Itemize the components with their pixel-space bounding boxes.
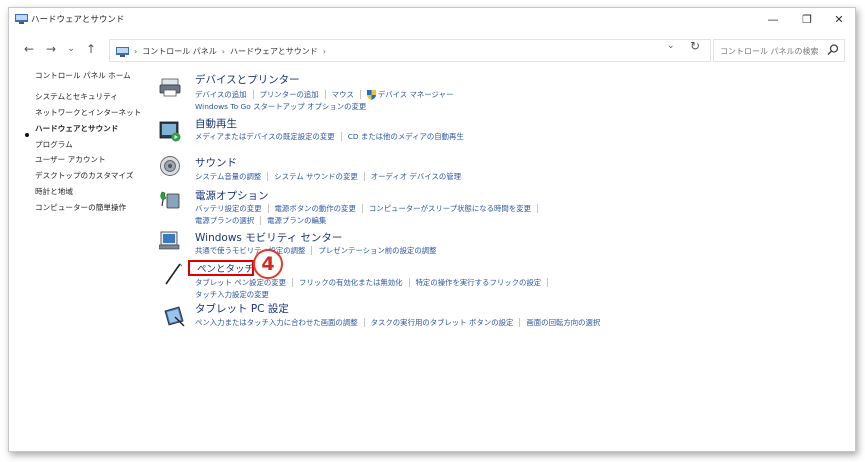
link-tablet-buttons[interactable]: タスクの実行用のタブレット ボタンの設定 (371, 317, 514, 328)
close-button[interactable]: ✕ (827, 12, 851, 28)
category-title-tablet-pc[interactable]: タブレット PC 設定 (195, 301, 289, 316)
links-row: システム音量の調整 システム サウンドの変更 オーディオ デバイスの管理 (195, 171, 461, 182)
category-title-power-options[interactable]: 電源オプション (195, 188, 269, 203)
address-bar[interactable]: › コントロール パネル › ハードウェアとサウンド › (109, 39, 711, 62)
link-volume[interactable]: システム音量の調整 (195, 171, 261, 182)
links-row: メディアまたはデバイスの既定設定の変更 CD または他のメディアの自動再生 (195, 131, 464, 142)
maximize-button[interactable]: ❐ (795, 12, 819, 28)
link-battery-settings[interactable]: バッテリ設定の変更 (195, 203, 262, 214)
link-power-plan-select[interactable]: 電源プランの選択 (195, 215, 254, 226)
category-title-mobility-center[interactable]: Windows モビリティ センター (195, 230, 342, 245)
minimize-button[interactable]: — (761, 12, 785, 28)
control-panel-icon (15, 14, 28, 24)
pen-icon (165, 263, 183, 285)
category-title-sound[interactable]: サウンド (195, 155, 237, 170)
sidebar-item-user-accounts[interactable]: ユーザー アカウント (35, 154, 106, 165)
address-dropdown-button[interactable]: ⌄ (667, 41, 675, 51)
link-power-plan-edit[interactable]: 電源プランの編集 (267, 215, 326, 226)
active-bullet-icon (25, 133, 29, 137)
breadcrumb-control-panel[interactable]: コントロール パネル (142, 46, 217, 57)
link-tablet-pen-settings[interactable]: タブレット ペン設定の変更 (195, 277, 286, 288)
sidebar-item-home[interactable]: コントロール パネル ホーム (35, 70, 131, 81)
link-touch-input-settings[interactable]: タッチ入力設定の変更 (195, 289, 269, 300)
sidebar-item-clock-region[interactable]: 時計と地域 (35, 186, 73, 197)
link-flicks-settings[interactable]: 特定の操作を実行するフリックの設定 (416, 277, 542, 288)
link-screen-calibration[interactable]: ペン入力またはタッチ入力に合わせた画面の調整 (195, 317, 358, 328)
link-system-sounds[interactable]: システム サウンドの変更 (274, 171, 357, 182)
chevron-right-icon: › (322, 47, 326, 56)
title-bar: ハードウェアとサウンド — ❐ ✕ (9, 8, 855, 32)
chevron-right-icon: › (134, 47, 138, 56)
tablet-pc-icon (164, 306, 185, 327)
back-button[interactable]: ← (21, 42, 37, 56)
breadcrumb-hardware-sound[interactable]: ハードウェアとサウンド (230, 46, 318, 57)
search-placeholder: コントロール パネルの検索 (720, 47, 819, 56)
shield-icon (366, 89, 376, 100)
control-panel-window: ハードウェアとサウンド — ❐ ✕ ← → ⌄ ↑ › コントロール パネル ›… (8, 7, 856, 452)
category-title-autoplay[interactable]: 自動再生 (195, 116, 237, 131)
link-audio-devices[interactable]: オーディオ デバイスの管理 (371, 171, 461, 182)
window-title: ハードウェアとサウンド (31, 15, 125, 25)
sidebar-item-programs[interactable]: プログラム (35, 139, 73, 150)
link-mobility-settings[interactable]: 共通で使うモビリティ設定の調整 (195, 245, 305, 256)
sidebar-item-system-security[interactable]: システムとセキュリティ (35, 91, 118, 102)
mobility-center-icon (159, 231, 180, 250)
link-flicks-toggle[interactable]: フリックの有効化または無効化 (299, 277, 402, 288)
links-row: ペン入力またはタッチ入力に合わせた画面の調整 タスクの実行用のタブレット ボタン… (195, 317, 600, 328)
highlight-box (188, 260, 254, 276)
links-row: 電源プランの選択 電源プランの編集 (195, 215, 326, 226)
breadcrumb: › コントロール パネル › ハードウェアとサウンド › (116, 46, 326, 57)
search-icon[interactable] (826, 43, 840, 57)
printer-icon (159, 78, 181, 97)
control-panel-icon (116, 46, 129, 57)
link-media-default[interactable]: メディアまたはデバイスの既定設定の変更 (195, 131, 335, 142)
links-row: タッチ入力設定の変更 (195, 289, 269, 300)
links-row: デバイスの追加 プリンターの追加 マウス デバイス マネージャー (195, 89, 453, 100)
link-windows-to-go[interactable]: Windows To Go スタートアップ オプションの変更 (195, 101, 366, 112)
link-add-printer[interactable]: プリンターの追加 (260, 89, 319, 100)
link-device-manager[interactable]: デバイス マネージャー (378, 89, 454, 100)
step-number-badge: 4 (253, 249, 283, 279)
links-row: Windows To Go スタートアップ オプションの変更 (195, 101, 366, 112)
links-row: 共通で使うモビリティ設定の調整 プレゼンテーション前の設定の調整 (195, 245, 437, 256)
link-mouse[interactable]: マウス (332, 89, 354, 100)
link-power-button[interactable]: 電源ボタンの動作の変更 (275, 203, 356, 214)
sidebar-item-personalization[interactable]: デスクトップのカスタマイズ (35, 170, 134, 181)
link-screen-rotation[interactable]: 画面の回転方向の選択 (526, 317, 600, 328)
links-row: バッテリ設定の変更 電源ボタンの動作の変更 コンピューターがスリープ状態になる時… (195, 203, 544, 214)
link-sleep-time[interactable]: コンピューターがスリープ状態になる時間を変更 (369, 203, 531, 214)
sidebar-item-ease-of-access[interactable]: コンピューターの簡単操作 (35, 202, 126, 213)
sidebar-item-network[interactable]: ネットワークとインターネット (35, 107, 141, 118)
autoplay-icon (159, 121, 181, 142)
refresh-button[interactable]: ↻ (690, 39, 700, 53)
link-add-device[interactable]: デバイスの追加 (195, 89, 247, 100)
links-row: タブレット ペン設定の変更 フリックの有効化または無効化 特定の操作を実行するフ… (195, 277, 554, 288)
power-icon (160, 191, 180, 209)
forward-button[interactable]: → (43, 42, 59, 56)
link-presentation-settings[interactable]: プレゼンテーション前の設定の調整 (318, 245, 436, 256)
speaker-icon (160, 156, 180, 176)
up-button[interactable]: ↑ (83, 42, 99, 56)
search-input[interactable]: コントロール パネルの検索 (713, 39, 845, 62)
sidebar-item-hardware-sound[interactable]: ハードウェアとサウンド (35, 123, 118, 134)
chevron-right-icon: › (221, 47, 225, 56)
link-cd-autoplay[interactable]: CD または他のメディアの自動再生 (348, 131, 464, 142)
category-title-devices-printers[interactable]: デバイスとプリンター (195, 72, 300, 87)
recent-locations-button[interactable]: ⌄ (63, 44, 79, 54)
